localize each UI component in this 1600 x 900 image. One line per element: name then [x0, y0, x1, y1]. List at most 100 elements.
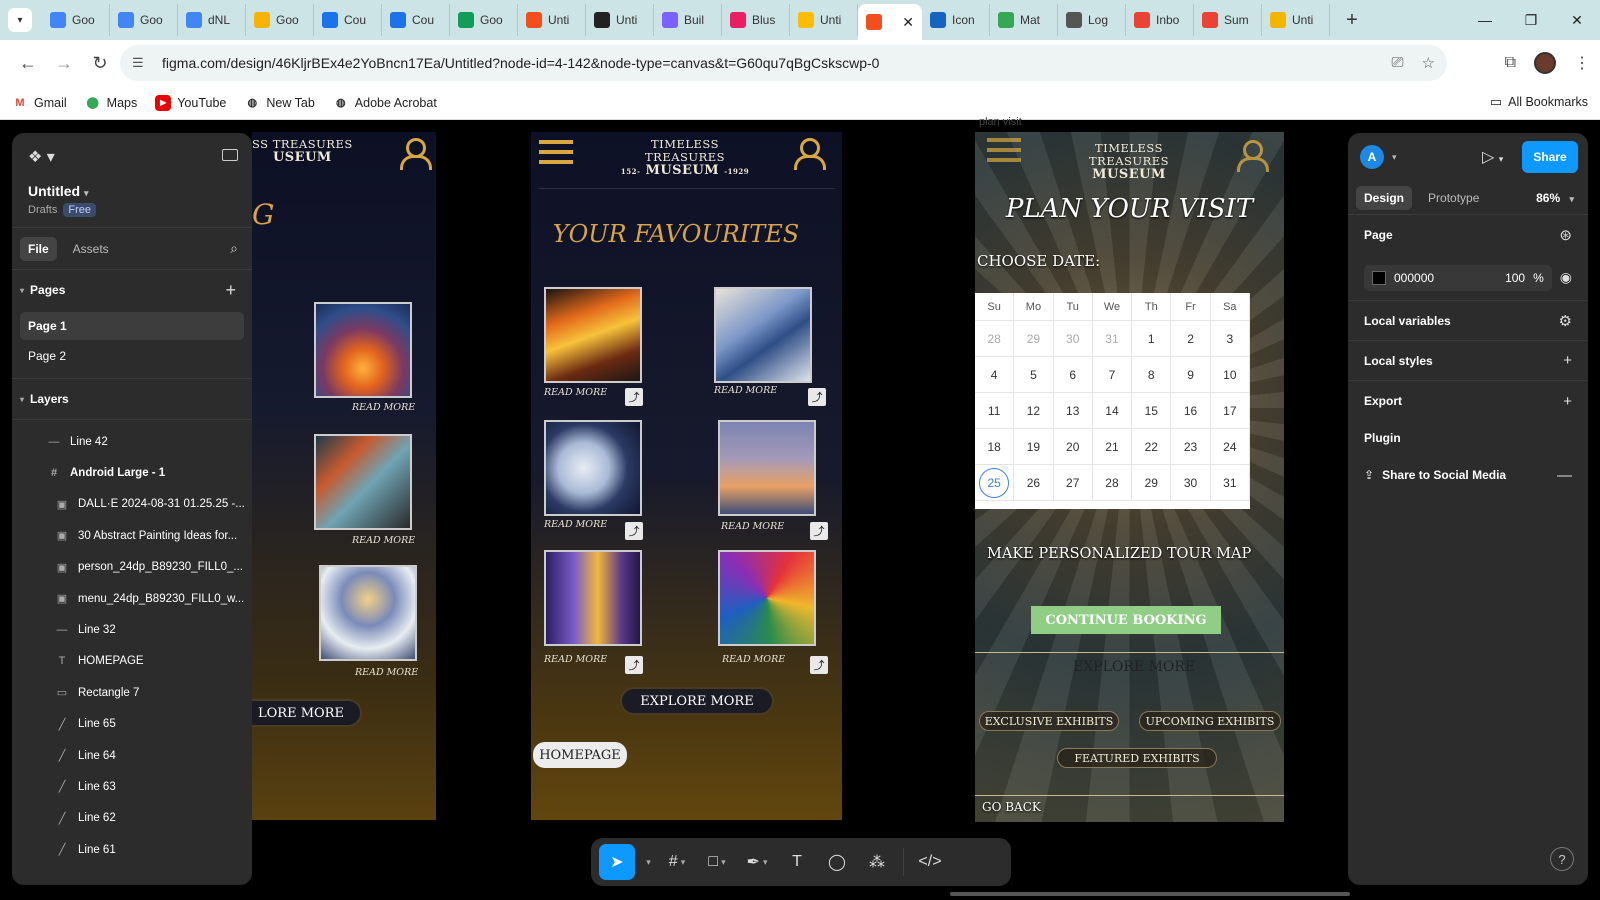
- browser-tab[interactable]: Blus: [722, 4, 790, 36]
- calendar-day[interactable]: 18: [975, 429, 1015, 464]
- calendar-day[interactable]: 16: [1171, 393, 1211, 428]
- browser-tab[interactable]: Goo: [450, 4, 518, 36]
- layers-section-header[interactable]: ▾ Layers: [12, 379, 252, 419]
- bookmark-star-icon[interactable]: ☆: [1422, 54, 1435, 72]
- eye-icon[interactable]: ◉: [1560, 269, 1572, 286]
- person-icon[interactable]: [400, 138, 432, 170]
- share-icon[interactable]: ⤴: [808, 388, 826, 406]
- new-tab-button[interactable]: +: [1338, 9, 1366, 32]
- calendar-day[interactable]: 14: [1093, 393, 1133, 428]
- browser-tab[interactable]: Sum: [1194, 4, 1262, 36]
- artwork-image[interactable]: [544, 550, 642, 646]
- read-more-link[interactable]: READ MORE: [544, 387, 607, 398]
- layer-row[interactable]: ▣ 30 Abstract Painting Ideas for...: [12, 520, 252, 551]
- artwork-image[interactable]: [544, 420, 642, 516]
- browser-tab[interactable]: dNL: [178, 4, 246, 36]
- calendar-day[interactable]: 24: [1211, 429, 1250, 464]
- upcoming-exhibits-button[interactable]: UPCOMING EXHIBITS: [1139, 711, 1281, 731]
- add-icon[interactable]: +: [1563, 352, 1572, 369]
- calendar-day[interactable]: 29: [1014, 321, 1054, 356]
- explore-more-button[interactable]: EXPLORE MORE: [1073, 659, 1195, 675]
- share-icon[interactable]: ⤴: [810, 522, 828, 540]
- pen-tool[interactable]: ✒ ▾: [739, 844, 775, 880]
- present-play-icon[interactable]: ▷ ▾: [1482, 147, 1503, 167]
- calendar-day[interactable]: 30: [1171, 465, 1211, 500]
- browser-tab[interactable]: Log: [1058, 4, 1126, 36]
- page-item-page-2[interactable]: Page 2: [20, 342, 244, 370]
- calendar-day[interactable]: 19: [1014, 429, 1054, 464]
- person-icon[interactable]: [794, 138, 826, 170]
- calendar-day[interactable]: 27: [1054, 465, 1093, 500]
- explore-more-button[interactable]: EXPLORE MORE: [622, 689, 772, 713]
- browser-tab[interactable]: Cou: [314, 4, 382, 36]
- homepage-button[interactable]: HOMEPAGE: [533, 742, 627, 768]
- share-icon[interactable]: ⤴: [625, 522, 643, 540]
- menu-icon[interactable]: [539, 140, 573, 164]
- artwork-image[interactable]: [314, 302, 412, 398]
- search-icon[interactable]: ⌕: [230, 240, 238, 257]
- calendar-day[interactable]: 1: [1132, 321, 1172, 356]
- page-item-page-1[interactable]: Page 1: [20, 312, 244, 340]
- panel-toggle-icon[interactable]: [222, 149, 238, 161]
- add-icon[interactable]: +: [1563, 393, 1572, 410]
- calendar-day[interactable]: 28: [975, 321, 1015, 356]
- continue-booking-button[interactable]: CONTINUE BOOKING: [1031, 606, 1221, 634]
- site-info-icon[interactable]: ☰: [132, 55, 152, 71]
- browser-tab[interactable]: Unti: [518, 4, 586, 36]
- styles-icon[interactable]: ⊛: [1559, 226, 1572, 244]
- menu-icon[interactable]: [987, 138, 1021, 162]
- layer-row[interactable]: ▭ Rectangle 7: [12, 677, 252, 708]
- bookmark-new-tab[interactable]: ◍ New Tab: [244, 95, 315, 111]
- explore-more-button[interactable]: LORE MORE: [252, 701, 360, 725]
- read-more-link[interactable]: READ MORE: [355, 667, 418, 678]
- tab-assets[interactable]: Assets: [65, 237, 117, 261]
- tab-design[interactable]: Design: [1356, 185, 1413, 210]
- remove-icon[interactable]: —: [1557, 467, 1572, 484]
- url-input[interactable]: ☰ figma.com/design/46KljrBEx4e2YoBncn17E…: [120, 45, 1447, 81]
- calendar-day[interactable]: 23: [1171, 429, 1211, 464]
- frame-your-favourites[interactable]: TIMELESS TREASURES 152- MUSEUM -1929 YOU…: [531, 132, 842, 820]
- layer-row[interactable]: ╱ Line 64: [12, 740, 252, 771]
- read-more-link[interactable]: READ MORE: [352, 535, 415, 546]
- frame-plan-visit[interactable]: TIMELESS TREASURES MUSEUM PLAN YOUR VISI…: [975, 132, 1284, 822]
- frame-tool[interactable]: # ▾: [659, 844, 695, 880]
- variables-icon[interactable]: ⚙: [1559, 312, 1572, 330]
- zoom-dropdown[interactable]: 86% ▾: [1536, 191, 1574, 205]
- pages-section-header[interactable]: ▾ Pages +: [12, 270, 252, 310]
- actions-tool[interactable]: ⁂: [859, 844, 895, 880]
- artwork-image[interactable]: [718, 550, 816, 646]
- restore-icon[interactable]: ❐: [1508, 0, 1554, 40]
- fill-opacity-value[interactable]: 100: [1505, 271, 1525, 285]
- figma-menu-icon[interactable]: ❖ ▾: [28, 147, 236, 167]
- fill-swatch[interactable]: [1372, 270, 1386, 285]
- browser-tab[interactable]: Unti: [1262, 4, 1330, 36]
- calendar-day[interactable]: 17: [1211, 393, 1250, 428]
- horizontal-scrollbar[interactable]: [950, 892, 1350, 896]
- dev-mode-toggle[interactable]: </>: [912, 844, 948, 880]
- exclusive-exhibits-button[interactable]: EXCLUSIVE EXHIBITS: [979, 711, 1119, 731]
- chevron-down-icon[interactable]: ▾: [639, 844, 655, 880]
- artwork-image[interactable]: [319, 565, 417, 661]
- calendar-day[interactable]: 7: [1093, 357, 1133, 392]
- calendar-day[interactable]: 22: [1132, 429, 1172, 464]
- forward-icon[interactable]: →: [46, 45, 82, 81]
- browser-tab[interactable]: Unti: [790, 4, 858, 36]
- browser-tab[interactable]: Goo: [110, 4, 178, 36]
- browser-tab[interactable]: Mat: [990, 4, 1058, 36]
- browser-tab[interactable]: Icon: [922, 4, 990, 36]
- browser-tab[interactable]: Cou: [382, 4, 450, 36]
- drafts-link[interactable]: Drafts: [28, 204, 57, 216]
- layer-row[interactable]: ╱ Line 65: [12, 709, 252, 740]
- share-icon[interactable]: ⤴: [625, 388, 643, 406]
- artwork-image[interactable]: [718, 420, 816, 516]
- reload-icon[interactable]: ↻: [82, 45, 118, 81]
- browser-tab[interactable]: Goo: [42, 4, 110, 36]
- layer-row[interactable]: — Line 32: [12, 614, 252, 645]
- calendar-day[interactable]: 6: [1054, 357, 1093, 392]
- layer-row[interactable]: ▣ menu_24dp_B89230_FILL0_w...: [12, 583, 252, 614]
- tab-prototype[interactable]: Prototype: [1420, 186, 1487, 210]
- layer-row[interactable]: T HOMEPAGE: [12, 646, 252, 677]
- install-app-icon[interactable]: ⎚: [1392, 54, 1404, 72]
- share-button[interactable]: Share: [1522, 141, 1578, 173]
- calendar-day-selected[interactable]: 25: [975, 465, 1015, 500]
